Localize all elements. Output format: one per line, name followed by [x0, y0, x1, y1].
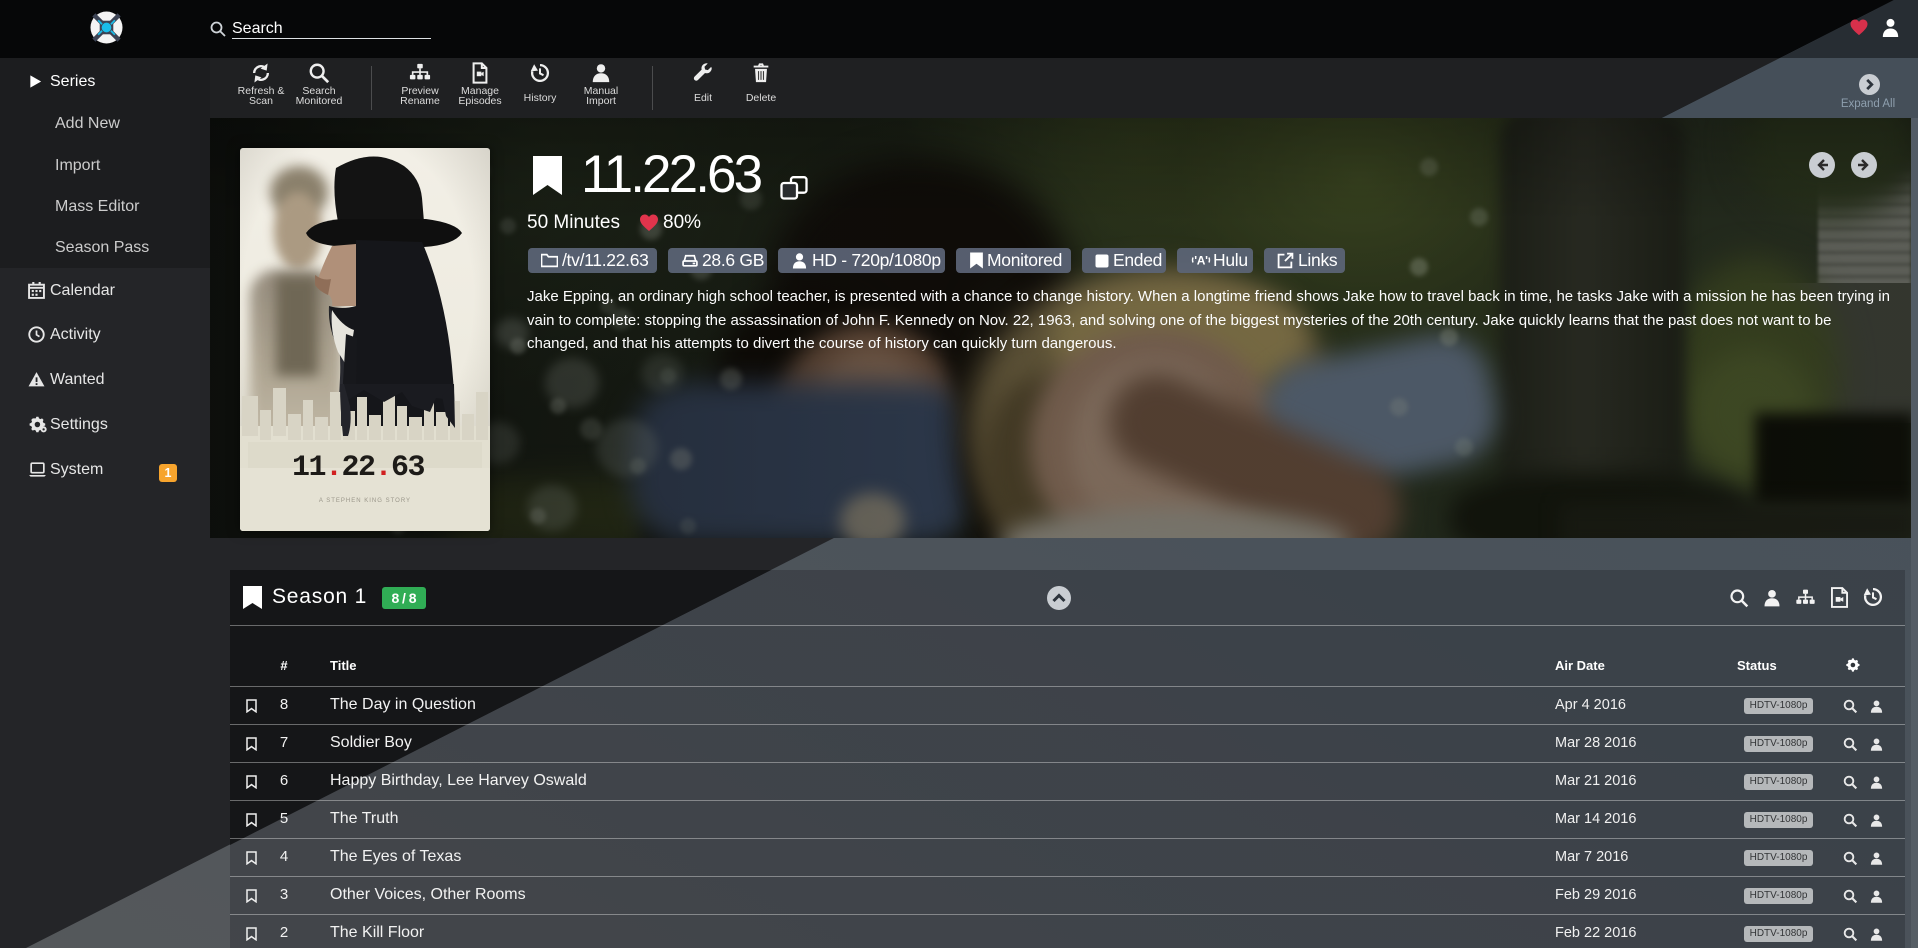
svg-text:'A': 'A': [1194, 254, 1208, 268]
